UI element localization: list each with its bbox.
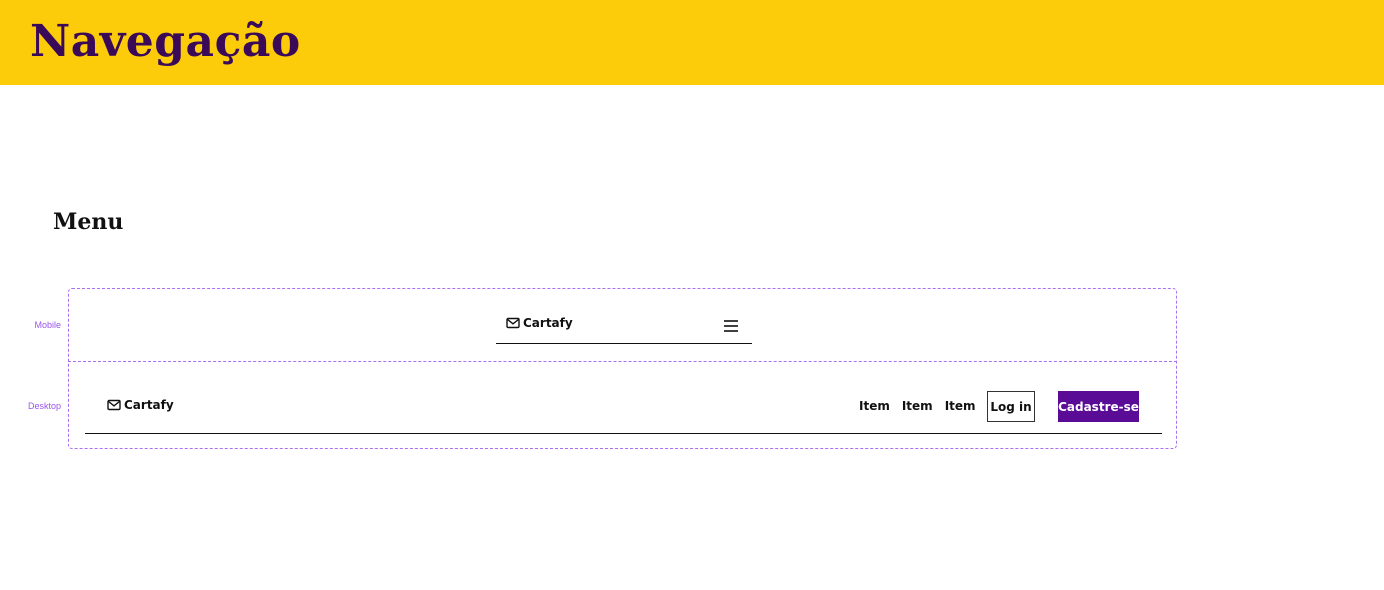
nav-link-item[interactable]: Item [945,399,976,413]
page-header: Navegação [0,0,1384,85]
nav-link-item[interactable]: Item [859,399,890,413]
variant-divider [68,361,1177,362]
desktop-brand-logo[interactable]: Cartafy [107,398,174,412]
desktop-navbar: Cartafy Item Item Item Log in Cadastre-s… [85,382,1162,434]
mobile-brand-logo[interactable]: Cartafy [506,316,573,330]
page-title: Navegação [30,16,301,67]
hamburger-menu-icon[interactable] [723,318,739,332]
login-button[interactable]: Log in [987,391,1035,422]
mobile-brand-name: Cartafy [523,316,573,330]
mail-icon [506,317,520,329]
section-title: Menu [53,209,124,235]
variant-label-desktop: Desktop [27,401,61,411]
nav-link-item[interactable]: Item [902,399,933,413]
mobile-navbar: Cartafy [496,308,752,344]
mail-icon [107,399,121,411]
variant-label-mobile: Mobile [34,320,61,330]
desktop-brand-name: Cartafy [124,398,174,412]
signup-button[interactable]: Cadastre-se [1058,391,1139,422]
nav-links: Item Item Item [859,399,976,413]
